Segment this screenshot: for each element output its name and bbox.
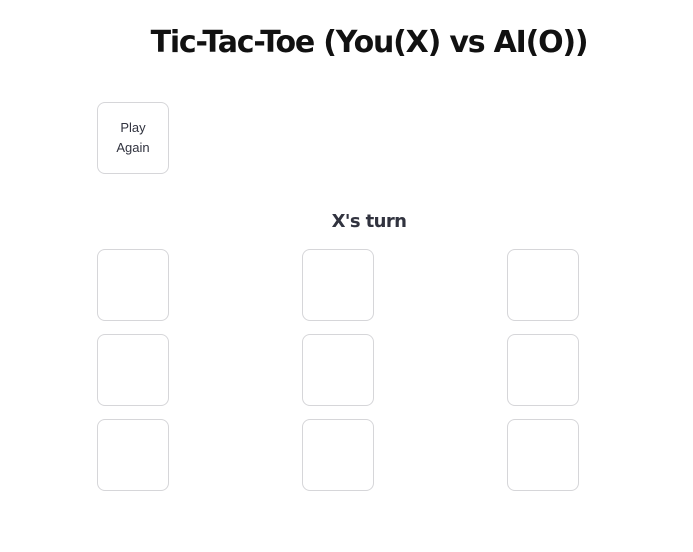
turn-status: X's turn <box>331 211 407 232</box>
board-cell-r2-c3[interactable] <box>507 334 579 406</box>
board-cell-r1-c1[interactable] <box>97 249 169 321</box>
board-cell-r2-c1[interactable] <box>97 334 169 406</box>
play-again-button[interactable]: Play Again <box>97 102 169 174</box>
board-cell-r1-c3[interactable] <box>507 249 579 321</box>
board-cell-r1-c2[interactable] <box>302 249 374 321</box>
board-cell-r3-c1[interactable] <box>97 419 169 491</box>
board-cell-r3-c3[interactable] <box>507 419 579 491</box>
board-cell-r2-c2[interactable] <box>302 334 374 406</box>
board-cell-r3-c2[interactable] <box>302 419 374 491</box>
page-title: Tic-Tac-Toe (You(X) vs AI(O)) <box>150 25 589 60</box>
